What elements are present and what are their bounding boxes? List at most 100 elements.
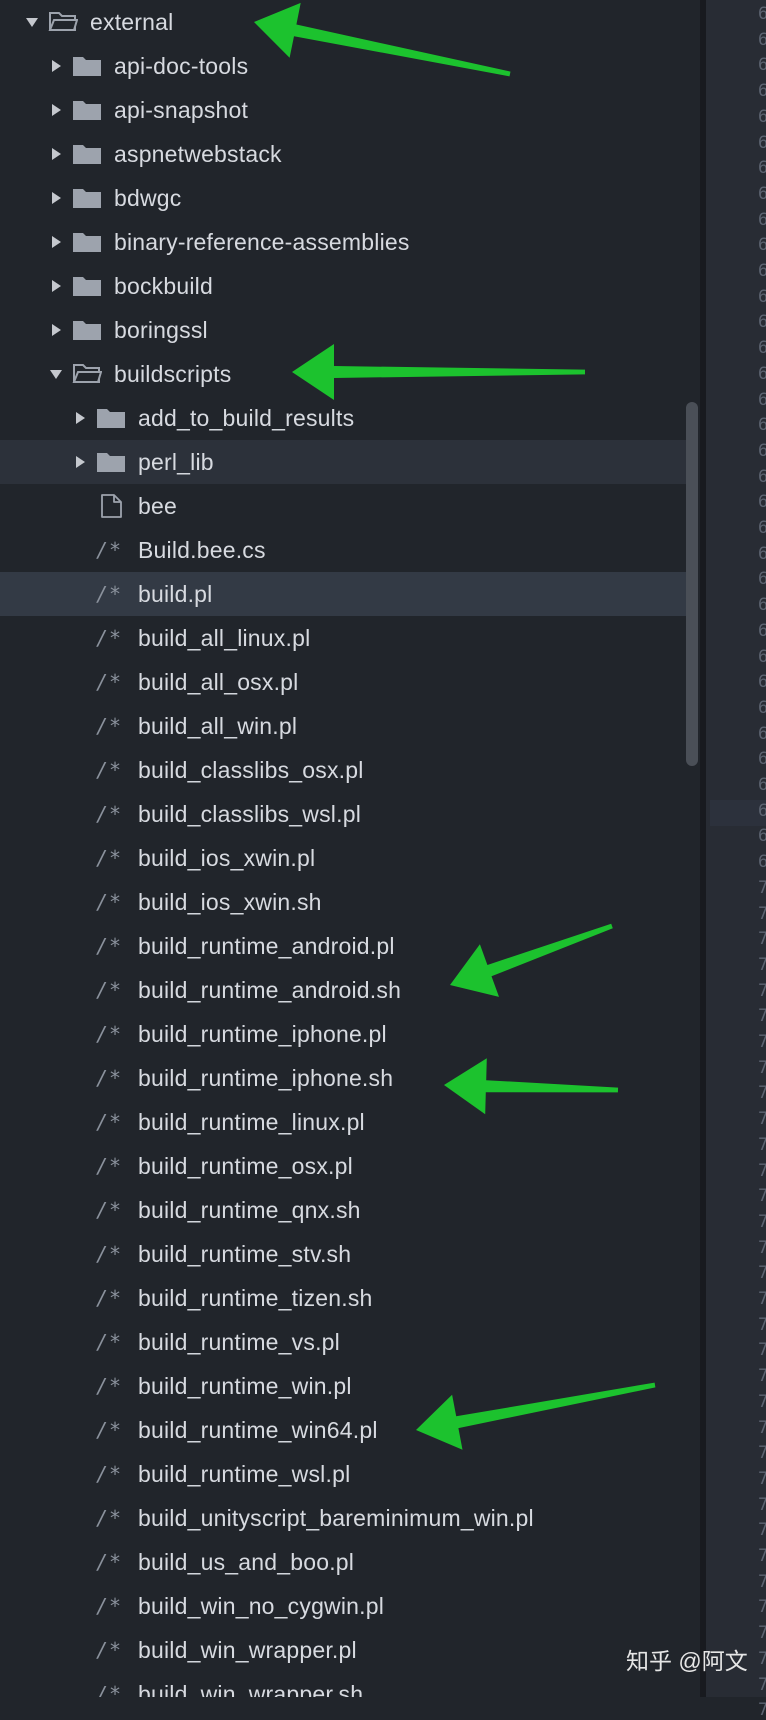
tree-file-build-runtime-linux-pl[interactable]: /* build_runtime_linux.pl [0, 1100, 688, 1144]
line-number: 6 [758, 209, 766, 230]
tree-folder-aspnetwebstack[interactable]: aspnetwebstack [0, 132, 688, 176]
chevron-right-icon[interactable] [46, 56, 66, 76]
tree-file-build-runtime-iphone-sh[interactable]: /* build_runtime_iphone.sh [0, 1056, 688, 1100]
line-number: 6 [758, 543, 766, 564]
tree-file-build-runtime-android-sh[interactable]: /* build_runtime_android.sh [0, 968, 688, 1012]
tree-file-build-ios-xwin-sh[interactable]: /* build_ios_xwin.sh [0, 880, 688, 924]
tree-item-label: build_runtime_win.pl [138, 1372, 352, 1399]
chevron-right-icon[interactable] [46, 276, 66, 296]
tree-item-label: build_runtime_linux.pl [138, 1108, 365, 1135]
tree-folder-boringssl[interactable]: boringssl [0, 308, 688, 352]
line-number: 6 [758, 826, 766, 847]
tree-folder-external[interactable]: external [0, 0, 688, 44]
tree-file-build-win-no-cygwin-pl[interactable]: /* build_win_no_cygwin.pl [0, 1584, 688, 1628]
tree-file-build-runtime-android-pl[interactable]: /* build_runtime_android.pl [0, 924, 688, 968]
line-number: 6 [758, 852, 766, 873]
line-number: 6 [758, 595, 766, 616]
line-number: 6 [758, 158, 766, 179]
tree-file-build-runtime-osx-pl[interactable]: /* build_runtime_osx.pl [0, 1144, 688, 1188]
code-file-icon: /* [96, 1506, 123, 1530]
chevron-right-icon[interactable] [46, 320, 66, 340]
tree-file-build-classlibs-osx-pl[interactable]: /* build_classlibs_osx.pl [0, 748, 688, 792]
line-number: 6 [758, 81, 766, 102]
tree-file-build-pl[interactable]: /* build.pl [0, 572, 688, 616]
line-number: 7 [758, 1623, 766, 1644]
line-number: 7 [758, 1237, 766, 1258]
tree-file-build-win-wrapper-sh[interactable]: /* build_win_wrapper.sh [0, 1672, 688, 1698]
tree-file-build-classlibs-wsl-pl[interactable]: /* build_classlibs_wsl.pl [0, 792, 688, 836]
tree-folder-api-snapshot[interactable]: api-snapshot [0, 88, 688, 132]
code-file-icon: /* [96, 846, 123, 870]
tree-folder-perl-lib[interactable]: perl_lib [0, 440, 688, 484]
line-number: 6 [758, 697, 766, 718]
line-number: 6 [758, 723, 766, 744]
code-file-icon: /* [96, 758, 123, 782]
code-file-icon: /* [96, 1022, 123, 1046]
chevron-right-icon[interactable] [70, 452, 90, 472]
chevron-right-icon[interactable] [46, 144, 66, 164]
folder-icon [72, 274, 102, 298]
tree-item-label: bockbuild [114, 272, 213, 299]
folder-icon [96, 450, 126, 474]
tree-folder-bdwgc[interactable]: bdwgc [0, 176, 688, 220]
line-number: 6 [758, 800, 766, 821]
tree-item-label: build_win_no_cygwin.pl [138, 1592, 385, 1619]
chevron-right-icon[interactable] [46, 232, 66, 252]
tree-file-build-all-linux-pl[interactable]: /* build_all_linux.pl [0, 616, 688, 660]
chevron-right-icon[interactable] [46, 100, 66, 120]
tree-file-build-unityscript-bareminimum-win-pl[interactable]: /* build_unityscript_bareminimum_win.pl [0, 1496, 688, 1540]
tree-file-build-runtime-tizen-sh[interactable]: /* build_runtime_tizen.sh [0, 1276, 688, 1320]
tree-item-label: build_runtime_android.pl [138, 932, 395, 959]
tree-file-build-runtime-stv-sh[interactable]: /* build_runtime_stv.sh [0, 1232, 688, 1276]
tree-folder-add-to-build-results[interactable]: add_to_build_results [0, 396, 688, 440]
code-file-icon: /* [96, 626, 123, 650]
line-number: 7 [758, 1211, 766, 1232]
chevron-down-icon[interactable] [46, 364, 66, 384]
tree-file-build-all-osx-pl[interactable]: /* build_all_osx.pl [0, 660, 688, 704]
line-number: 7 [758, 1546, 766, 1566]
watermark: 知乎 @阿文 [626, 1648, 748, 1674]
folder-open-icon [48, 10, 79, 34]
line-number: 7 [758, 980, 766, 1001]
line-number: 6 [758, 518, 766, 538]
tree-item-label: build_runtime_android.sh [138, 976, 402, 1003]
chevron-down-icon[interactable] [22, 12, 42, 32]
tree-scrollbar[interactable] [686, 402, 698, 766]
tree-folder-buildscripts[interactable]: buildscripts [0, 352, 688, 396]
line-number: 7 [758, 1134, 766, 1155]
tree-file-build-runtime-iphone-pl[interactable]: /* build_runtime_iphone.pl [0, 1012, 688, 1056]
line-number: 7 [758, 1520, 766, 1541]
tree-file-build-runtime-wsl-pl[interactable]: /* build_runtime_wsl.pl [0, 1452, 688, 1496]
tree-file-build-runtime-qnx-sh[interactable]: /* build_runtime_qnx.sh [0, 1188, 688, 1232]
file-tree-panel: external api-doc-tools api-snapshot aspnetw… [0, 0, 688, 1697]
tree-file-build-runtime-win-pl[interactable]: /* build_runtime_win.pl [0, 1364, 688, 1408]
line-number: 7 [758, 1597, 766, 1618]
tree-item-label: boringssl [114, 316, 208, 343]
code-file-icon: /* [96, 1594, 123, 1618]
code-file-icon: /* [96, 934, 123, 958]
tree-folder-api-doc-tools[interactable]: api-doc-tools [0, 44, 688, 88]
line-number: 6 [758, 775, 766, 795]
tree-item-label: perl_lib [138, 448, 214, 475]
tree-file-build-runtime-vs-pl[interactable]: /* build_runtime_vs.pl [0, 1320, 688, 1364]
tree-item-label: build_runtime_osx.pl [138, 1152, 353, 1179]
tree-file-build-ios-xwin-pl[interactable]: /* build_ios_xwin.pl [0, 836, 688, 880]
tree-file-build-all-win-pl[interactable]: /* build_all_win.pl [0, 704, 688, 748]
line-number: 7 [758, 1109, 766, 1130]
tree-file-build-runtime-win64-pl[interactable]: /* build_runtime_win64.pl [0, 1408, 688, 1452]
line-number: 6 [758, 749, 766, 770]
line-number: 7 [758, 1468, 766, 1489]
tree-file-build-us-and-boo-pl[interactable]: /* build_us_and_boo.pl [0, 1540, 688, 1584]
tree-folder-binary-reference-assemblies[interactable]: binary-reference-assemblies [0, 220, 688, 264]
tree-item-label: aspnetwebstack [114, 140, 282, 167]
tree-file-bee[interactable]: bee [0, 484, 688, 528]
tree-folder-bockbuild[interactable]: bockbuild [0, 264, 688, 308]
line-number: 6 [758, 569, 766, 590]
tree-file-build-bee-cs[interactable]: /* Build.bee.cs [0, 528, 688, 572]
tree-file-build-win-wrapper-pl[interactable]: /* build_win_wrapper.pl [0, 1628, 688, 1672]
tree-item-label: build.pl [138, 580, 213, 607]
chevron-right-icon[interactable] [70, 408, 90, 428]
code-file-icon: /* [96, 1638, 123, 1662]
line-number: 7 [758, 877, 766, 898]
chevron-right-icon[interactable] [46, 188, 66, 208]
